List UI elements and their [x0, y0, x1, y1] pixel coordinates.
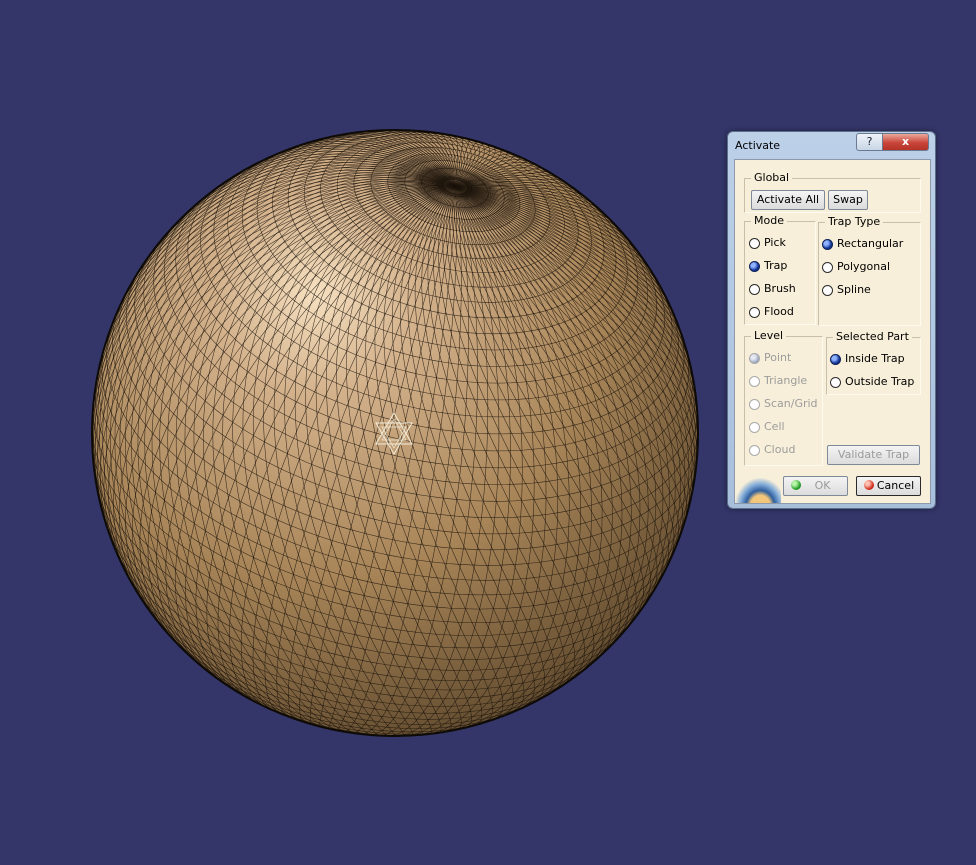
radio-indicator: [822, 285, 833, 296]
cancel-button[interactable]: Cancel: [856, 476, 921, 496]
radio-label: Inside Trap: [845, 351, 905, 367]
radio-label: Triangle: [764, 373, 807, 389]
level-group: Level Point Triangle Scan/Grid Cell Clou…: [744, 336, 823, 466]
dialog-body: Global Activate All Swap Mode Pick Trap …: [734, 159, 931, 504]
swap-button[interactable]: Swap: [828, 190, 868, 210]
radio-label: Brush: [764, 281, 796, 297]
catia-planet-logo: [735, 478, 781, 504]
selected-part-group-label: Selected Part: [833, 330, 912, 343]
radio-indicator: [749, 376, 760, 387]
radio-indicator: [749, 399, 760, 410]
mode-group-label: Mode: [751, 214, 787, 227]
radio-label: Cloud: [764, 442, 795, 458]
level-group-label: Level: [751, 329, 786, 342]
radio-indicator: [749, 261, 760, 272]
radio-indicator: [822, 239, 833, 250]
mode-group: Mode Pick Trap Brush Flood: [744, 221, 816, 325]
radio-label: Spline: [837, 282, 871, 298]
global-group: Global Activate All Swap: [744, 178, 921, 213]
dialog-titlebar[interactable]: Activate ? x: [728, 132, 935, 158]
radio-indicator: [830, 354, 841, 365]
cancel-button-label: Cancel: [877, 479, 914, 492]
trap-type-group: Trap Type Rectangular Polygonal Spline: [818, 222, 921, 326]
trap-type-group-label: Trap Type: [825, 215, 883, 228]
radio-indicator: [749, 238, 760, 249]
ok-green-icon: [791, 480, 801, 490]
cancel-red-icon: [864, 480, 874, 490]
validate-trap-button[interactable]: Validate Trap: [827, 445, 920, 465]
radio-label: Rectangular: [837, 236, 903, 252]
activate-dialog: Activate ? x Global Activate All Swap Mo…: [727, 131, 936, 509]
ok-button[interactable]: OK: [783, 476, 848, 496]
ok-button-label: OK: [815, 479, 831, 492]
radio-indicator: [749, 353, 760, 364]
dialog-title: Activate: [735, 139, 780, 152]
radio-indicator: [749, 307, 760, 318]
help-button[interactable]: ?: [856, 133, 883, 151]
selected-part-group: Selected Part Inside Trap Outside Trap: [826, 337, 921, 395]
radio-indicator: [830, 377, 841, 388]
radio-label: Scan/Grid: [764, 396, 818, 412]
activate-all-button[interactable]: Activate All: [751, 190, 825, 210]
radio-indicator: [822, 262, 833, 273]
radio-label: Pick: [764, 235, 786, 251]
close-button[interactable]: x: [882, 133, 929, 151]
radio-label: Flood: [764, 304, 794, 320]
radio-label: Point: [764, 350, 791, 366]
global-group-label: Global: [751, 171, 792, 184]
radio-label: Polygonal: [837, 259, 890, 275]
radio-indicator: [749, 284, 760, 295]
radio-indicator: [749, 445, 760, 456]
radio-indicator: [749, 422, 760, 433]
radio-label: Trap: [764, 258, 787, 274]
radio-label: Outside Trap: [845, 374, 914, 390]
radio-label: Cell: [764, 419, 785, 435]
